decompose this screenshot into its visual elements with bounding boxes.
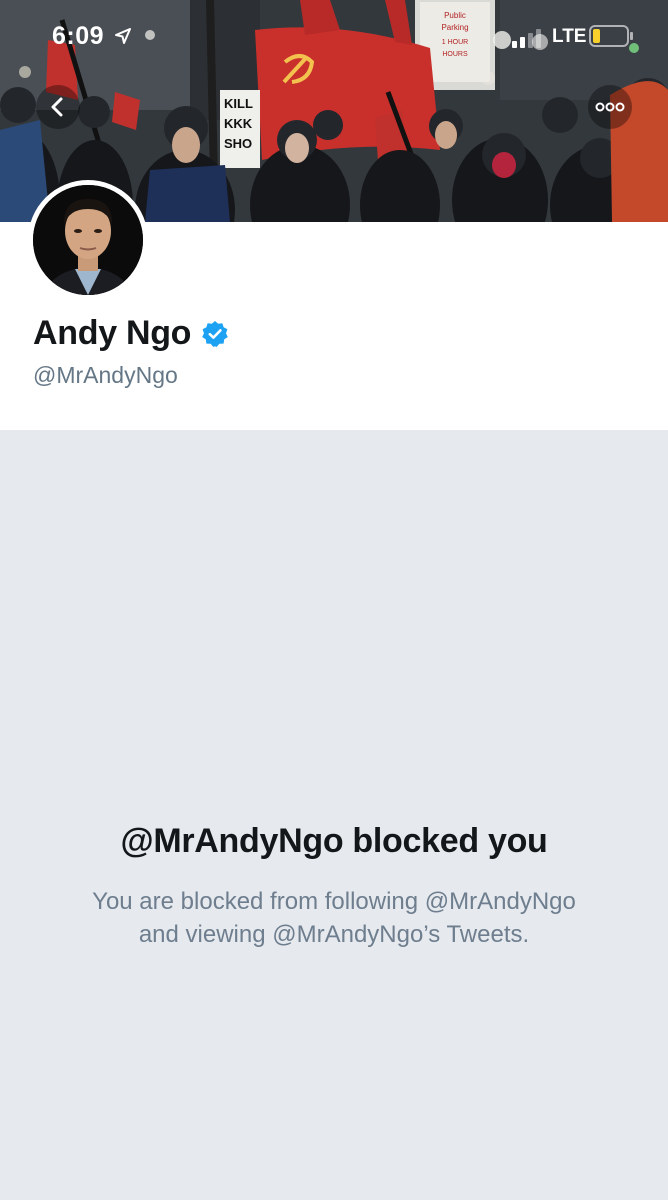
status-time: 6:09 — [52, 22, 105, 50]
more-horizontal-icon — [595, 102, 625, 112]
more-options-button[interactable] — [588, 85, 632, 129]
blocked-title: @MrAndyNgo blocked you — [120, 822, 548, 860]
avatar[interactable] — [28, 180, 148, 300]
svg-text:SHO: SHO — [224, 136, 252, 151]
protest-sign: KILL KKK SHO — [220, 90, 260, 168]
verified-badge-icon — [202, 320, 228, 347]
blocked-description-line2: and viewing @MrAndyNgo’s Tweets. — [138, 921, 530, 948]
svg-text:KILL: KILL — [224, 96, 253, 111]
battery-low-icon — [589, 25, 633, 47]
name-row: Andy Ngo — [33, 314, 229, 353]
svg-text:KKK: KKK — [224, 116, 253, 131]
carrier-label: LTE — [552, 26, 587, 47]
status-bar: 6:09 LTE — [0, 0, 668, 70]
blocked-description: You are blocked from following @MrAndyNg… — [54, 885, 614, 951]
blocked-description-line1: You are blocked from following @MrAndyNg… — [92, 888, 576, 915]
blocked-notice: @MrAndyNgo blocked you You are blocked f… — [0, 822, 668, 951]
display-name: Andy Ngo — [33, 314, 192, 352]
location-arrow-icon — [115, 28, 131, 44]
cellular-signal-icon — [512, 29, 541, 48]
avatar-photo — [33, 185, 143, 295]
profile-handle: @MrAndyNgo — [33, 362, 178, 388]
chevron-left-icon — [51, 97, 63, 117]
back-button[interactable] — [36, 85, 80, 129]
